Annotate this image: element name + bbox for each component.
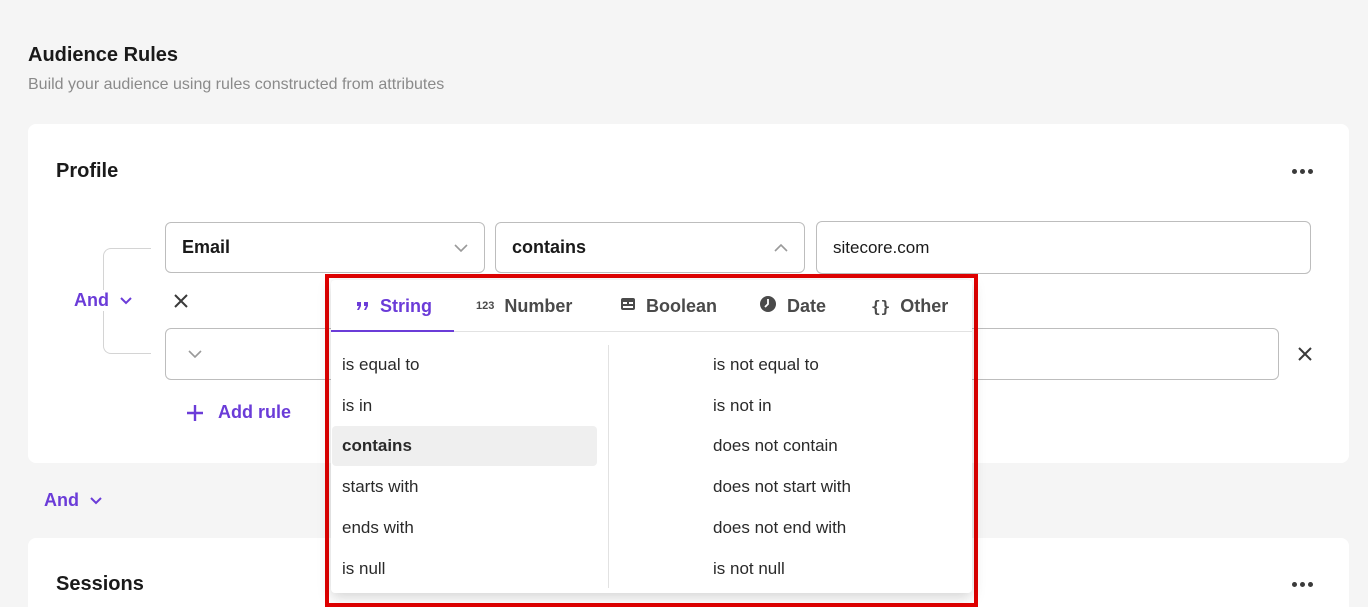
option-does-not-end-with[interactable]: does not end with — [713, 517, 846, 539]
sessions-more-button[interactable] — [1290, 579, 1314, 589]
chevron-down-icon — [89, 494, 103, 508]
option-is-not-null[interactable]: is not null — [713, 558, 785, 580]
page-title: Audience Rules — [28, 44, 179, 66]
tab-label: Date — [787, 295, 827, 316]
option-is-not-equal-to[interactable]: is not equal to — [713, 354, 819, 376]
tab-boolean[interactable]: Boolean — [620, 280, 717, 332]
rule-group-operator[interactable]: And — [72, 290, 135, 311]
tab-other[interactable]: {} Other — [871, 280, 948, 332]
more-dot-icon — [1291, 168, 1297, 174]
braces-icon: {} — [871, 296, 891, 316]
options-divider — [608, 345, 609, 588]
plus-icon — [187, 404, 203, 421]
operator-dropdown: String 123 Number Boolean Date {} Other … — [331, 280, 972, 593]
tab-string[interactable]: String — [356, 280, 432, 332]
more-dot-icon — [1307, 581, 1313, 587]
tab-label: Other — [900, 295, 949, 316]
clock-icon — [759, 295, 777, 318]
chevron-up-icon — [774, 241, 788, 255]
option-contains[interactable]: contains — [332, 426, 597, 466]
chevron-down-icon — [119, 294, 133, 308]
sessions-title: Sessions — [56, 573, 144, 595]
value-input[interactable]: sitecore.com — [816, 221, 1311, 274]
operator-select[interactable]: contains — [495, 222, 805, 273]
active-tab-indicator — [331, 330, 454, 332]
option-is-equal-to[interactable]: is equal to — [342, 354, 420, 376]
attribute-value: Email — [182, 237, 231, 257]
group-operator[interactable]: And — [44, 490, 103, 511]
type-tabs: String 123 Number Boolean Date {} Other — [331, 280, 972, 332]
more-dot-icon — [1299, 581, 1305, 587]
add-rule-button[interactable]: Add rule — [186, 402, 291, 423]
option-starts-with[interactable]: starts with — [342, 476, 419, 498]
option-does-not-start-with[interactable]: does not start with — [713, 476, 851, 498]
boolean-icon — [620, 296, 636, 317]
remove-rule-button[interactable] — [171, 291, 191, 311]
page-subtitle: Build your audience using rules construc… — [28, 76, 445, 93]
tab-number[interactable]: 123 Number — [476, 280, 572, 332]
close-icon — [174, 294, 188, 308]
tab-label: Number — [504, 295, 573, 316]
option-does-not-contain[interactable]: does not contain — [713, 435, 838, 457]
attribute-select[interactable]: Email — [165, 222, 485, 273]
option-is-not-in[interactable]: is not in — [713, 395, 772, 417]
operator-value: contains — [512, 237, 587, 257]
and-label: And — [74, 290, 109, 310]
number-icon: 123 — [476, 300, 495, 312]
option-ends-with[interactable]: ends with — [342, 517, 414, 539]
tab-label: String — [380, 295, 432, 316]
more-dot-icon — [1291, 581, 1297, 587]
quote-icon — [356, 296, 370, 317]
option-is-null[interactable]: is null — [342, 558, 385, 580]
more-dot-icon — [1307, 168, 1313, 174]
chevron-down-icon — [454, 241, 468, 255]
chevron-down-icon — [188, 347, 202, 361]
close-icon — [1298, 347, 1312, 361]
value-text: sitecore.com — [833, 237, 930, 257]
remove-rule-button[interactable] — [1295, 344, 1315, 364]
profile-more-button[interactable] — [1290, 166, 1314, 176]
tab-date[interactable]: Date — [759, 280, 826, 332]
add-rule-label: Add rule — [218, 402, 292, 422]
tab-label: Boolean — [646, 295, 718, 316]
and-label: And — [44, 490, 79, 510]
option-is-in[interactable]: is in — [342, 395, 372, 417]
profile-title: Profile — [56, 160, 119, 182]
more-dot-icon — [1299, 168, 1305, 174]
